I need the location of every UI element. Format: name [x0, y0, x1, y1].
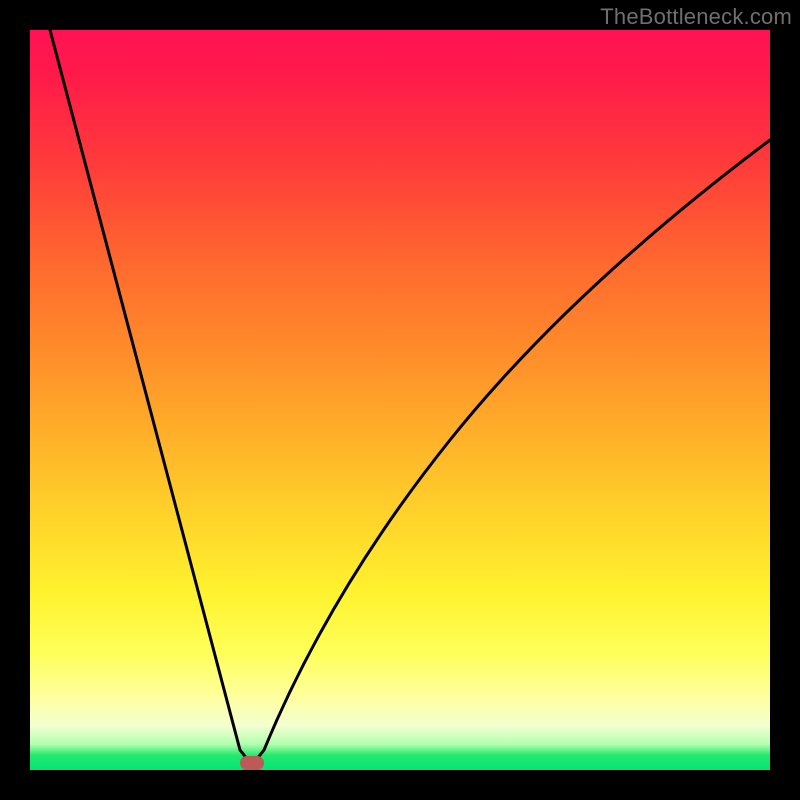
plot-area: [30, 30, 770, 770]
bottleneck-curve: [30, 30, 770, 770]
attribution-label: TheBottleneck.com: [600, 4, 792, 30]
min-marker: [240, 756, 264, 770]
chart-frame: TheBottleneck.com: [0, 0, 800, 800]
curve-path: [50, 30, 770, 765]
